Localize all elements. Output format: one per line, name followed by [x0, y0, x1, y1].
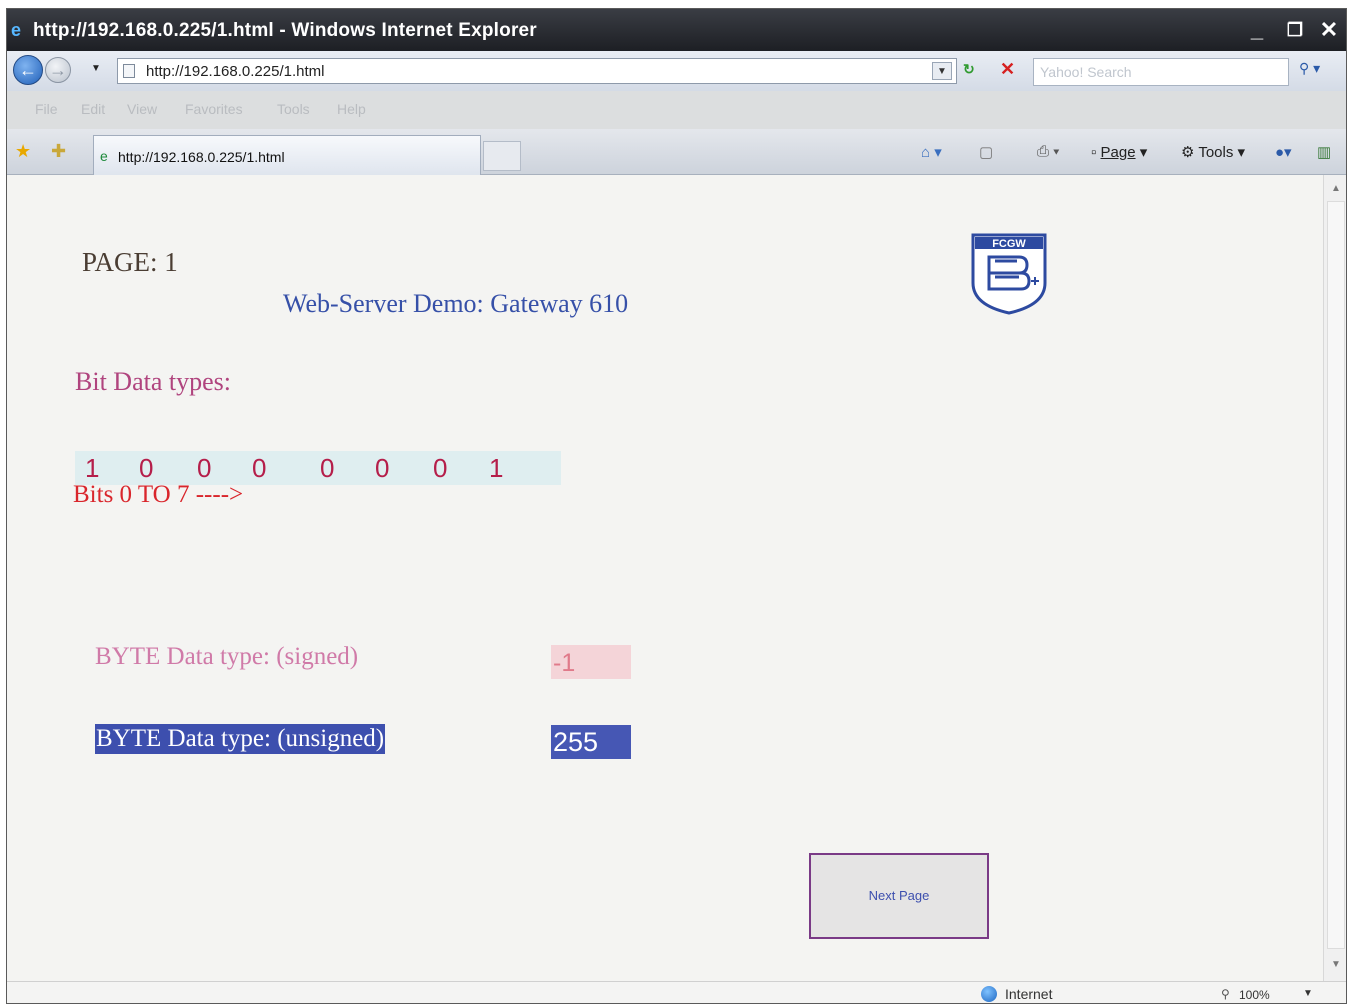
page-menu-label: Page — [1100, 144, 1136, 161]
byte-signed-value: -1 — [551, 645, 631, 679]
bit-value: 0 — [252, 453, 267, 483]
search-input[interactable]: Yahoo! Search — [1040, 64, 1132, 80]
zoom-dropdown-icon[interactable]: ▼ — [1303, 988, 1313, 999]
bit-value: 0 — [375, 453, 390, 483]
next-page-button[interactable]: Next Page — [809, 853, 989, 939]
recent-pages-dropdown-icon[interactable]: ▼ — [91, 63, 101, 74]
address-input[interactable]: http://192.168.0.225/1.html — [146, 63, 324, 80]
bit-value: 0 — [433, 453, 448, 483]
bit-value: 0 — [139, 453, 154, 483]
byte-signed-label: BYTE Data type: (signed) — [95, 643, 359, 670]
home-icon[interactable]: ⌂ ▾ — [921, 143, 942, 161]
stop-icon[interactable]: ✕ — [1000, 59, 1015, 80]
menu-edit[interactable]: Edit — [81, 101, 105, 117]
restore-button[interactable]: ❐ — [1279, 15, 1311, 45]
bit-value: 0 — [197, 453, 212, 483]
favorites-star-icon[interactable]: ★ — [15, 141, 31, 162]
tab-current-page[interactable]: e http://192.168.0.225/1.html — [93, 135, 481, 175]
refresh-icon[interactable]: ↻ — [963, 61, 975, 78]
tools-menu-button[interactable]: ⚙ Tools ▾ — [1181, 143, 1245, 161]
byte-unsigned-label: BYTE Data type: (unsigned) — [95, 724, 386, 754]
byte-unsigned-value: 255 — [551, 725, 631, 759]
scroll-down-arrow-icon[interactable]: ▼ — [1326, 955, 1346, 975]
back-arrow-icon: ← — [19, 60, 37, 80]
menu-help[interactable]: Help — [337, 101, 366, 117]
forward-button[interactable]: → — [45, 57, 71, 83]
vertical-scrollbar[interactable]: ▲ ▼ — [1323, 175, 1346, 981]
bit-value: 1 — [489, 453, 504, 483]
ie-page-icon: e — [100, 148, 108, 164]
forward-arrow-icon: → — [49, 60, 67, 80]
research-icon[interactable]: ▥ — [1317, 143, 1331, 161]
bit-values-row: 1 0 0 0 0 0 0 1 — [75, 451, 561, 485]
company-logo: FCGW — [971, 233, 1047, 315]
page-icon — [123, 64, 135, 78]
tools-menu-label: Tools — [1198, 144, 1234, 161]
globe-icon — [981, 986, 997, 1002]
address-bar[interactable]: http://192.168.0.225/1.html ▼ — [117, 58, 957, 84]
browser-window: e http://192.168.0.225/1.html - Windows … — [6, 8, 1347, 1004]
scroll-thumb[interactable] — [1327, 201, 1345, 949]
search-icon[interactable]: ⚲ ▾ — [1299, 60, 1320, 77]
minimize-button[interactable]: _ — [1241, 15, 1273, 45]
page-title: Web-Server Demo: Gateway 610 — [283, 289, 629, 318]
bits-caption: Bits 0 TO 7 ----> — [73, 481, 244, 508]
menu-view[interactable]: View — [127, 101, 157, 117]
address-row: ← → ▼ http://192.168.0.225/1.html ▼ ↻ ✕ … — [7, 51, 1346, 91]
menu-tools[interactable]: Tools — [277, 101, 310, 117]
page-content: PAGE: 1 Web-Server Demo: Gateway 610 FCG… — [7, 175, 1323, 981]
zoom-icon[interactable]: ⚲ — [1221, 987, 1230, 1001]
title-bar: e http://192.168.0.225/1.html - Windows … — [7, 9, 1346, 51]
add-favorites-icon[interactable]: ✚ — [51, 141, 66, 162]
page-menu-button[interactable]: ▫ Page ▾ — [1091, 143, 1147, 161]
status-bar: Internet ⚲ 100% ▼ — [7, 981, 1346, 1003]
help-icon[interactable]: ●▾ — [1275, 143, 1292, 161]
zoom-level[interactable]: 100% — [1239, 988, 1270, 1002]
bit-data-heading: Bit Data types: — [75, 367, 231, 396]
bit-value: 1 — [85, 453, 100, 483]
menu-favorites[interactable]: Favorites — [185, 101, 243, 117]
menu-file[interactable]: File — [35, 101, 58, 117]
ie-logo-icon: e — [11, 20, 22, 40]
scroll-up-arrow-icon[interactable]: ▲ — [1326, 179, 1346, 199]
page-number-label: PAGE: 1 — [82, 247, 178, 277]
logo-text: FCGW — [992, 238, 1026, 250]
search-box[interactable]: Yahoo! Search — [1033, 58, 1289, 86]
window-title: http://192.168.0.225/1.html - Windows In… — [33, 20, 537, 41]
close-button[interactable]: ✕ — [1313, 15, 1345, 45]
back-button[interactable]: ← — [13, 55, 43, 85]
bit-value: 0 — [320, 453, 335, 483]
tab-label: http://192.168.0.225/1.html — [118, 149, 285, 165]
menu-bar: File Edit View Favorites Tools Help — [7, 91, 1346, 129]
security-zone: Internet — [1005, 986, 1053, 1002]
tab-bar: ★ ✚ e http://192.168.0.225/1.html ⌂ ▾ ▢ … — [7, 129, 1346, 175]
feeds-icon[interactable]: ▢ — [979, 143, 993, 161]
print-icon[interactable]: ⎙ ▾ — [1037, 143, 1059, 160]
new-tab-button[interactable] — [483, 141, 521, 171]
address-dropdown-icon[interactable]: ▼ — [932, 62, 952, 80]
